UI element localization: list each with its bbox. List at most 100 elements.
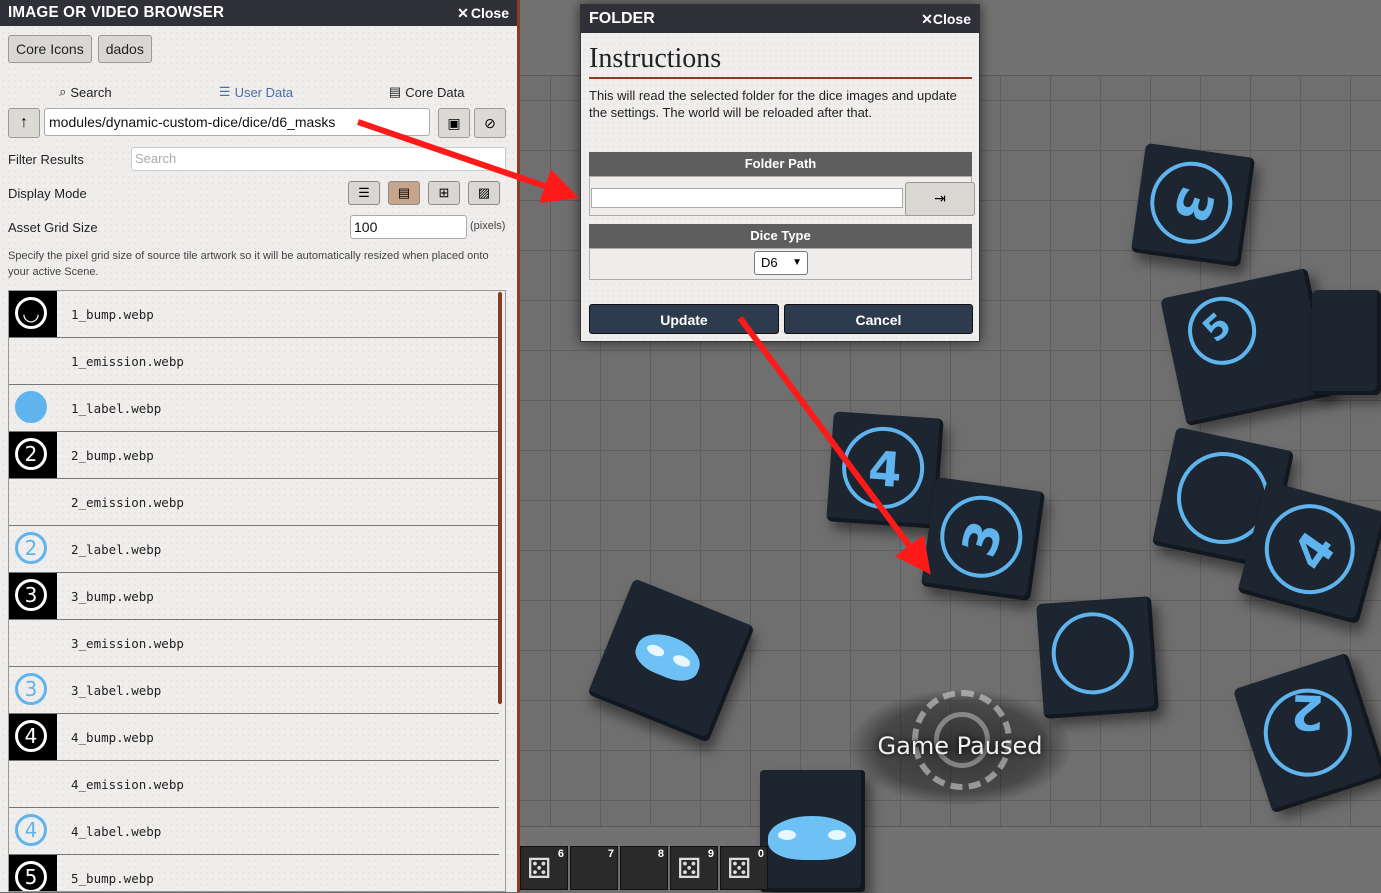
file-row[interactable]: 2 2_bump.webp bbox=[9, 432, 499, 479]
update-button[interactable]: Update bbox=[589, 304, 779, 334]
file-name: 4_emission.webp bbox=[71, 776, 184, 792]
browser-close-button[interactable]: ✕ Close bbox=[457, 5, 509, 22]
folder-plus-icon: ▣ bbox=[447, 115, 461, 131]
tab-search[interactable]: ⌕ Search bbox=[0, 82, 171, 102]
file-thumbnail bbox=[9, 620, 57, 666]
file-name: 3_emission.webp bbox=[71, 635, 184, 651]
dice-icon: ⚄ bbox=[527, 853, 552, 884]
parent-folder-button[interactable]: ↑ bbox=[8, 108, 40, 138]
file-name: 2_label.webp bbox=[71, 541, 162, 557]
filter-input[interactable]: Search bbox=[131, 147, 506, 171]
file-import-icon: ⇥ bbox=[934, 190, 946, 206]
file-name: 1_label.webp bbox=[71, 400, 162, 416]
file-name: 1_emission.webp bbox=[71, 353, 184, 369]
file-name: 3_label.webp bbox=[71, 682, 162, 698]
toggle-privacy-button[interactable]: ⊘ bbox=[474, 108, 506, 138]
create-folder-button[interactable]: ▣ bbox=[438, 108, 470, 138]
file-row[interactable]: 4 4_bump.webp bbox=[9, 714, 499, 761]
dialog-header: FOLDER ✕Close bbox=[581, 5, 979, 33]
display-mode-label: Display Mode bbox=[8, 186, 87, 201]
die: 4 bbox=[826, 411, 944, 529]
file-thumbnail: ◡ bbox=[9, 291, 57, 337]
hotbar-slot[interactable]: ⚄ 9 bbox=[670, 846, 718, 890]
list-icon: ☰ bbox=[358, 185, 370, 200]
tab-user-data[interactable]: ☰ User Data bbox=[171, 82, 342, 102]
die: 3 bbox=[1130, 142, 1256, 268]
search-icon: ⌕ bbox=[59, 84, 67, 99]
filter-label: Filter Results bbox=[8, 152, 84, 167]
source-tabs: ⌕ Search ☰ User Data ▤ Core Data bbox=[0, 82, 512, 102]
file-row[interactable]: 1_label.webp bbox=[9, 385, 499, 432]
folder-path-input[interactable] bbox=[591, 188, 903, 208]
source-button-core-icons[interactable]: Core Icons bbox=[8, 35, 92, 63]
display-tiles-button[interactable]: ⊞ bbox=[428, 181, 460, 205]
close-icon: ✕ bbox=[457, 4, 469, 21]
game-paused-text: Game Paused bbox=[877, 732, 1043, 760]
display-images-button[interactable]: ▨ bbox=[468, 181, 500, 205]
file-thumbnail bbox=[9, 761, 57, 807]
folder-path-header: Folder Path bbox=[589, 152, 972, 176]
folder-picker-button[interactable]: ⇥ bbox=[905, 182, 975, 216]
image-browser-window: IMAGE OR VIDEO BROWSER ✕ Close Core Icons… bbox=[0, 0, 520, 892]
browser-title: IMAGE OR VIDEO BROWSER bbox=[8, 4, 225, 21]
dialog-close-button[interactable]: ✕Close bbox=[921, 11, 971, 28]
grid-icon: ⊞ bbox=[438, 185, 450, 200]
file-row[interactable]: 3 3_bump.webp bbox=[9, 573, 499, 620]
database-icon: ☰ bbox=[218, 84, 231, 99]
file-row[interactable]: ◡ 1_bump.webp bbox=[9, 291, 499, 338]
file-list: ◡ 1_bump.webp 1_emission.webp 1_label.webp 2… bbox=[8, 290, 506, 892]
file-list-scrollbar[interactable] bbox=[498, 292, 502, 704]
server-icon: ▤ bbox=[388, 84, 402, 99]
hotbar-slot[interactable]: 8 bbox=[620, 846, 668, 890]
file-thumbnail: 5 bbox=[9, 855, 57, 891]
file-thumbnail bbox=[9, 338, 57, 384]
file-thumbnail: 4 bbox=[9, 714, 57, 760]
display-list-button[interactable]: ☰ bbox=[348, 181, 380, 205]
file-row[interactable]: 2_emission.webp bbox=[9, 479, 499, 526]
file-row[interactable]: 1_emission.webp bbox=[9, 338, 499, 385]
path-input[interactable]: modules/dynamic-custom-dice/dice/d6_mask… bbox=[44, 108, 430, 136]
file-thumbnail: 2 bbox=[9, 432, 57, 478]
die bbox=[1312, 290, 1381, 395]
file-name: 3_bump.webp bbox=[71, 588, 154, 604]
hotbar-slot[interactable]: ⚄ 6 bbox=[520, 846, 568, 890]
source-button-dados[interactable]: dados bbox=[97, 35, 152, 63]
macro-hotbar: ⚄ 6 7 8 ⚄ 9 ⚄ 0 bbox=[520, 846, 770, 892]
hotbar-slot[interactable]: ⚄ 0 bbox=[720, 846, 768, 890]
dice-icon: ⚄ bbox=[727, 853, 752, 884]
folder-dialog: FOLDER ✕Close Instructions This will rea… bbox=[580, 4, 980, 342]
file-name: 1_bump.webp bbox=[71, 306, 154, 322]
display-mode-buttons: ☰ ▤ ⊞ ▨ bbox=[348, 181, 500, 205]
game-paused-overlay: Game Paused bbox=[850, 690, 1070, 805]
grid-size-hint: Specify the pixel grid size of source ti… bbox=[8, 250, 489, 278]
instructions-heading: Instructions bbox=[589, 43, 972, 79]
file-name: 2_bump.webp bbox=[71, 447, 154, 463]
file-thumbnail bbox=[9, 479, 57, 525]
dice-type-header: Dice Type bbox=[589, 224, 972, 248]
file-thumbnail: 2 bbox=[9, 526, 57, 572]
file-row[interactable]: 4_emission.webp bbox=[9, 761, 499, 808]
file-row[interactable]: 2 2_label.webp bbox=[9, 526, 499, 573]
source-buttons: Core Icons dados bbox=[8, 35, 152, 63]
display-thumbs-button[interactable]: ▤ bbox=[388, 181, 420, 205]
path-row: ↑ modules/dynamic-custom-dice/dice/d6_ma… bbox=[8, 108, 506, 138]
close-icon: ✕ bbox=[921, 10, 933, 27]
file-name: 4_label.webp bbox=[71, 823, 162, 839]
thumbs-list-icon: ▤ bbox=[397, 185, 411, 200]
file-name: 2_emission.webp bbox=[71, 494, 184, 510]
eye-slash-icon: ⊘ bbox=[484, 115, 496, 131]
die: 3 bbox=[920, 476, 1046, 602]
grid-size-unit: (pixels) bbox=[470, 220, 506, 232]
instructions-text: This will read the selected folder for t… bbox=[589, 88, 957, 120]
grid-size-label: Asset Grid Size bbox=[8, 220, 98, 235]
grid-size-input[interactable]: 100 bbox=[350, 215, 467, 239]
hotbar-slot[interactable]: 7 bbox=[570, 846, 618, 890]
file-row[interactable]: 5 5_bump.webp bbox=[9, 855, 499, 891]
tab-core-data[interactable]: ▤ Core Data bbox=[341, 82, 512, 102]
cancel-button[interactable]: Cancel bbox=[784, 304, 973, 334]
file-row[interactable]: 3_emission.webp bbox=[9, 620, 499, 667]
file-name: 5_bump.webp bbox=[71, 870, 154, 886]
file-row[interactable]: 3 3_label.webp bbox=[9, 667, 499, 714]
dice-type-select[interactable]: D6 ▼ bbox=[754, 251, 808, 275]
file-row[interactable]: 4 4_label.webp bbox=[9, 808, 499, 855]
